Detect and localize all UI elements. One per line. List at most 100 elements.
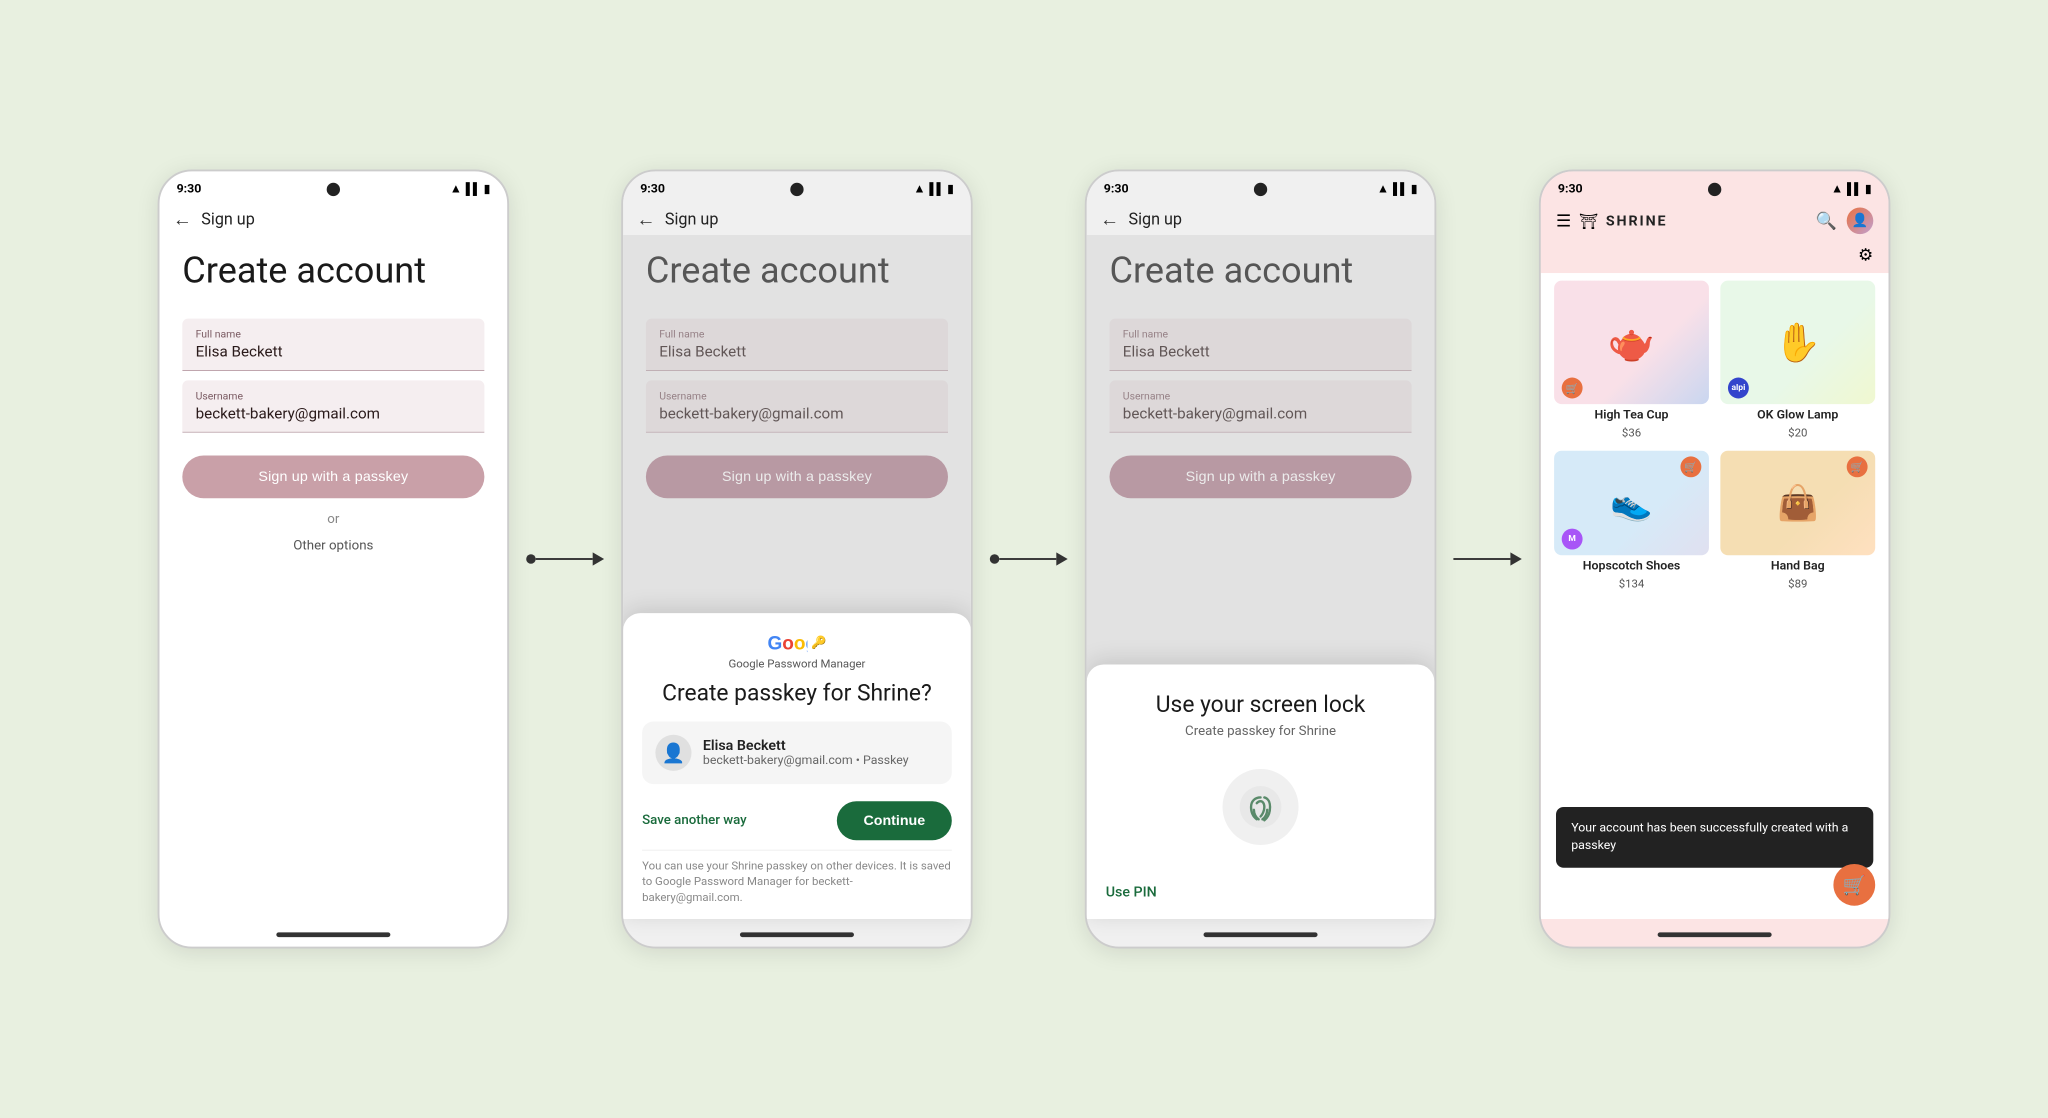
wifi-icon-3: ▲ bbox=[1377, 181, 1389, 196]
nav-title-3: Sign up bbox=[1129, 210, 1182, 229]
modal-user-row: 👤 Elisa Beckett beckett-bakery@gmail.com… bbox=[642, 721, 952, 784]
fingerprint-area bbox=[1106, 769, 1416, 845]
product-img-bag: 👜 🛒 bbox=[1720, 451, 1875, 555]
fullname-value-1: Elisa Beckett bbox=[196, 342, 472, 360]
product-img-shoes: 👟 M 🛒 bbox=[1554, 451, 1709, 555]
time-2: 9:30 bbox=[640, 181, 665, 195]
fingerprint-icon[interactable] bbox=[1223, 769, 1299, 845]
back-arrow-2[interactable]: ← bbox=[636, 208, 655, 232]
user-email: beckett-bakery@gmail.com • Passkey bbox=[703, 754, 909, 768]
home-indicator-3 bbox=[1204, 932, 1318, 937]
other-options-1[interactable]: Other options bbox=[182, 538, 484, 553]
product-card-shoes[interactable]: 👟 M 🛒 Hopscotch Shoes $134 bbox=[1554, 451, 1709, 591]
nav-title-2: Sign up bbox=[665, 210, 718, 229]
create-account-title-1: Create account bbox=[182, 252, 484, 292]
battery-icon-4: ▮ bbox=[1865, 182, 1871, 195]
user-info: Elisa Beckett beckett-bakery@gmail.com •… bbox=[703, 737, 909, 768]
cart-badge-bag: 🛒 bbox=[1847, 456, 1868, 477]
arrow-1 bbox=[526, 552, 604, 565]
signal-icon-3: ▌▌ bbox=[1393, 182, 1407, 195]
modal-actions: Save another way Continue bbox=[642, 801, 952, 840]
or-divider-1: or bbox=[182, 511, 484, 526]
home-indicator-4 bbox=[1658, 932, 1772, 937]
product-card-tea[interactable]: 🫖 🛒 High Tea Cup $36 bbox=[1554, 281, 1709, 440]
save-another-way-link[interactable]: Save another way bbox=[642, 813, 747, 828]
status-bar-2: 9:30 ▲ ▌▌ ▮ bbox=[623, 171, 971, 200]
arrow-line-3 bbox=[1453, 558, 1510, 560]
username-value-1: beckett-bakery@gmail.com bbox=[196, 404, 472, 422]
use-pin-link[interactable]: Use PIN bbox=[1106, 883, 1416, 900]
screen-lock-title: Use your screen lock bbox=[1106, 691, 1416, 718]
camera-dot-4 bbox=[1708, 183, 1721, 196]
home-indicator-1 bbox=[276, 932, 390, 937]
product-price-bag: $89 bbox=[1788, 577, 1807, 590]
continue-button[interactable]: Continue bbox=[837, 801, 952, 840]
cart-badge-tea: 🛒 bbox=[1562, 378, 1583, 399]
wifi-icon: ▲ bbox=[450, 181, 462, 196]
arrow-dot-2 bbox=[990, 554, 1000, 564]
google-logo-svg: Google bbox=[767, 634, 807, 653]
hamburger-icon[interactable]: ☰ bbox=[1556, 211, 1571, 231]
signal-icon-2: ▌▌ bbox=[929, 182, 943, 195]
avatar[interactable]: 👤 bbox=[1847, 208, 1874, 235]
arrow-3 bbox=[1453, 552, 1521, 565]
product-name-bag: Hand Bag bbox=[1771, 559, 1825, 573]
product-card-lamp[interactable]: ✋ alpi OK Glow Lamp $20 bbox=[1720, 281, 1875, 440]
arrow-head-2 bbox=[1056, 552, 1067, 565]
user-avatar: 👤 bbox=[655, 734, 691, 770]
cart-fab[interactable]: 🛒 bbox=[1833, 864, 1875, 906]
battery-icon-2: ▮ bbox=[947, 182, 953, 195]
top-bar-2: ← Sign up bbox=[623, 200, 971, 235]
time-1: 9:30 bbox=[177, 181, 202, 195]
status-bar-4: 9:30 ▲ ▌▌ ▮ bbox=[1541, 171, 1889, 200]
arrow-head-3 bbox=[1510, 552, 1521, 565]
success-toast: Your account has been successfully creat… bbox=[1556, 807, 1873, 868]
back-arrow-3[interactable]: ← bbox=[1100, 208, 1119, 232]
screen-lock-subtitle: Create passkey for Shrine bbox=[1106, 723, 1416, 738]
top-bar-3: ← Sign up bbox=[1087, 200, 1435, 235]
user-name: Elisa Beckett bbox=[703, 737, 909, 754]
signal-icon: ▌▌ bbox=[466, 182, 480, 195]
product-img-lamp: ✋ alpi bbox=[1720, 281, 1875, 405]
svg-text:Google: Google bbox=[767, 634, 807, 653]
back-arrow-1[interactable]: ← bbox=[173, 208, 192, 232]
modal-gpm-title: Google Password Manager bbox=[642, 656, 952, 669]
time-3: 9:30 bbox=[1104, 181, 1129, 195]
screen-lock-modal: Use your screen lock Create passkey for … bbox=[1087, 664, 1435, 919]
filter-icon[interactable]: ⚙ bbox=[1858, 246, 1873, 266]
passkey-button-1[interactable]: Sign up with a passkey bbox=[182, 455, 484, 498]
wifi-icon-4: ▲ bbox=[1831, 181, 1843, 196]
camera-dot-3 bbox=[1254, 183, 1267, 196]
shrine-nav: ☰ ⛩ SHRINE 🔍 👤 bbox=[1541, 200, 1889, 242]
modal-divider bbox=[642, 849, 952, 850]
time-4: 9:30 bbox=[1558, 181, 1583, 195]
product-price-tea: $36 bbox=[1622, 426, 1641, 439]
arrow-line-1 bbox=[536, 558, 593, 560]
product-price-lamp: $20 bbox=[1788, 426, 1807, 439]
fingerprint-svg bbox=[1238, 784, 1284, 830]
product-img-tea: 🫖 🛒 bbox=[1554, 281, 1709, 405]
screen-overlay-container-2: Create account Full name Elisa Beckett U… bbox=[623, 235, 971, 919]
battery-icon: ▮ bbox=[484, 182, 490, 195]
username-label-1: Username bbox=[196, 390, 472, 402]
search-icon[interactable]: 🔍 bbox=[1816, 211, 1837, 231]
wifi-icon-2: ▲ bbox=[913, 181, 925, 196]
phone-screen-3: 9:30 ▲ ▌▌ ▮ ← Sign up Create account Ful… bbox=[1085, 170, 1437, 949]
shrine-nav-left: ☰ ⛩ SHRINE bbox=[1556, 211, 1667, 231]
product-card-bag[interactable]: 👜 🛒 Hand Bag $89 bbox=[1720, 451, 1875, 591]
nav-title-1: Sign up bbox=[201, 210, 254, 229]
status-icons-3: ▲ ▌▌ ▮ bbox=[1377, 181, 1417, 196]
arrow-line-2 bbox=[999, 558, 1056, 560]
badge-shoes: M bbox=[1562, 529, 1583, 550]
google-logo: Google 🔑 bbox=[642, 634, 952, 653]
product-name-shoes: Hopscotch Shoes bbox=[1583, 559, 1680, 573]
username-field-1[interactable]: Username beckett-bakery@gmail.com bbox=[182, 380, 484, 432]
cart-badge-shoes: 🛒 bbox=[1680, 456, 1701, 477]
status-bar-1: 9:30 ▲ ▌▌ ▮ bbox=[160, 171, 508, 200]
camera-dot-1 bbox=[327, 183, 340, 196]
battery-icon-3: ▮ bbox=[1411, 182, 1417, 195]
modal-note: You can use your Shrine passkey on other… bbox=[642, 858, 952, 906]
shrine-nav-right: 🔍 👤 bbox=[1816, 208, 1873, 235]
fullname-field-1[interactable]: Full name Elisa Beckett bbox=[182, 318, 484, 370]
filter-bar: ⚙ bbox=[1541, 242, 1889, 273]
